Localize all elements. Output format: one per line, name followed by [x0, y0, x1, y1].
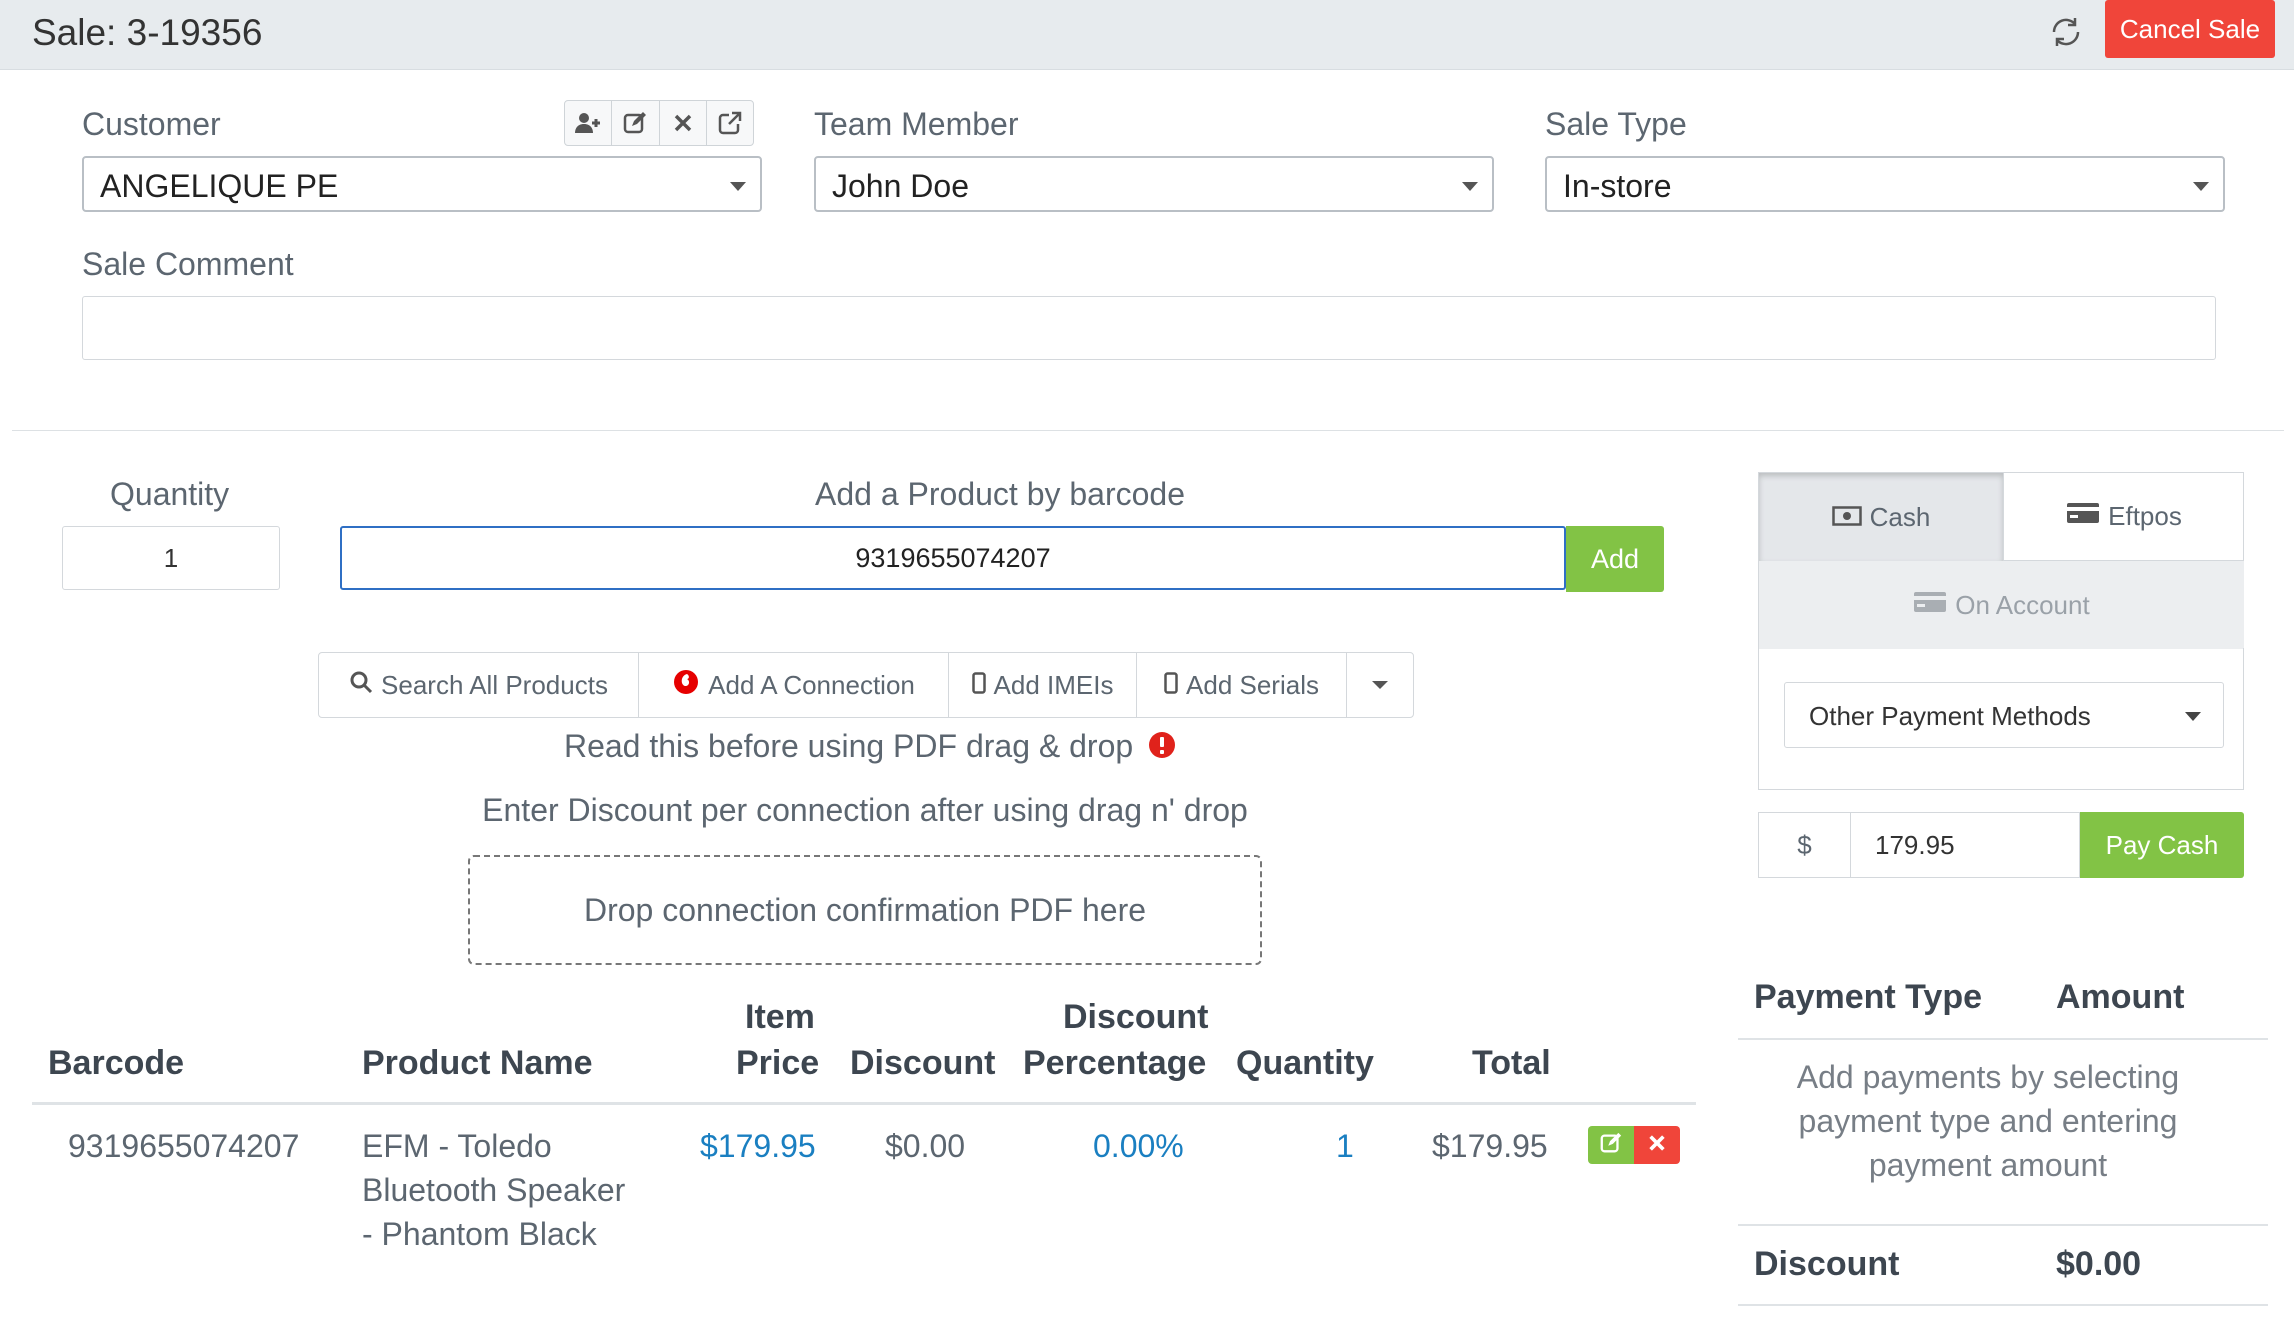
row-product-name-line1: EFM - Toledo	[362, 1128, 552, 1164]
col-header-barcode: Barcode	[48, 1044, 185, 1082]
external-link-icon[interactable]	[707, 101, 753, 145]
pdf-notice-text: Read this before using PDF drag & drop	[563, 728, 1134, 764]
payment-header-divider	[1738, 1038, 2268, 1040]
money-icon	[1831, 502, 1862, 533]
discount-summary-value: $0.00	[2056, 1245, 2142, 1283]
add-connection-button[interactable]: Add A Connection	[639, 653, 949, 717]
tab-eftpos[interactable]: Eftpos	[2003, 473, 2244, 561]
add-imeis-button[interactable]: Add IMEIs	[949, 653, 1137, 717]
row-delete-button[interactable]	[1634, 1126, 1680, 1164]
add-serials-label: Add Serials	[1186, 669, 1319, 700]
add-imeis-label: Add IMEIs	[993, 669, 1114, 700]
search-icon	[349, 670, 373, 701]
payment-hint: Add payments by selecting payment type a…	[1738, 1055, 2238, 1187]
other-payment-methods-label: Other Payment Methods	[1809, 701, 2091, 731]
cancel-sale-button[interactable]: Cancel Sale	[2105, 0, 2275, 58]
add-serials-button[interactable]: Add Serials	[1137, 653, 1347, 717]
add-product-button[interactable]: Add	[1566, 526, 1664, 592]
team-member-value: John Doe	[832, 168, 969, 204]
row-discount-pct[interactable]: 0.00%	[1093, 1124, 1184, 1168]
quantity-input[interactable]: 1	[62, 526, 280, 590]
row-barcode: 9319655074207	[68, 1128, 300, 1164]
search-all-products-button[interactable]: Search All Products	[319, 653, 639, 717]
barcode-label: Add a Product by barcode	[815, 476, 1186, 512]
payment-amount-header: Amount	[2056, 978, 2185, 1016]
pay-cash-button[interactable]: Pay Cash	[2080, 812, 2244, 878]
credit-card-icon	[1913, 590, 1947, 621]
sale-type-label: Sale Type	[1545, 106, 1687, 142]
barcode-input[interactable]: 9319655074207	[340, 526, 1566, 590]
chevron-down-icon	[730, 182, 746, 191]
add-connection-label: Add A Connection	[708, 669, 915, 700]
payment-tabs: Cash Eftpos On Account	[1758, 472, 2244, 649]
discount-summary-label: Discount	[1754, 1245, 1900, 1283]
row-product-name-line3: - Phantom Black	[362, 1216, 597, 1252]
alert-icon	[1148, 730, 1176, 767]
payment-hint-line1: Add payments by selecting	[1796, 1059, 2180, 1095]
row-total: $179.95	[1432, 1128, 1548, 1164]
credit-card-icon	[2066, 501, 2100, 532]
team-member-label: Team Member	[814, 106, 1019, 142]
carrier-logo-icon	[672, 668, 700, 703]
col-header-discount: Discount	[850, 1044, 996, 1082]
sale-type-select[interactable]: In-store	[1545, 156, 2225, 212]
row-product-name-line2: Bluetooth Speaker	[362, 1172, 626, 1208]
tab-cash-label: Cash	[1869, 501, 1931, 532]
chevron-down-icon	[1462, 182, 1478, 191]
row-quantity[interactable]: 1	[1336, 1124, 1354, 1168]
col-header-product-name: Product Name	[362, 1044, 593, 1082]
col-header-price: Price	[736, 1044, 820, 1082]
close-icon	[1647, 1133, 1667, 1158]
more-options-dropdown[interactable]	[1347, 653, 1413, 717]
payment-summary-divider	[1738, 1304, 2268, 1306]
col-header-item: Item	[745, 998, 815, 1036]
other-payment-methods-select[interactable]: Other Payment Methods	[1784, 682, 2224, 748]
tab-cash[interactable]: Cash	[1759, 473, 2003, 561]
edit-icon	[1599, 1131, 1623, 1160]
edit-icon[interactable]	[612, 101, 660, 145]
tab-on-account[interactable]: On Account	[1759, 561, 2244, 649]
discount-notice: Enter Discount per connection after usin…	[482, 792, 1248, 828]
payment-amount-input[interactable]: 179.95	[1850, 812, 2080, 878]
col-header-discount-pct-line2: Percentage	[1023, 1044, 1207, 1082]
col-header-discount-pct-line1: Discount	[1063, 998, 1209, 1036]
tab-on-account-label: On Account	[1955, 589, 2090, 620]
chevron-down-icon	[1372, 681, 1388, 689]
row-discount: $0.00	[885, 1128, 966, 1164]
payment-hint-line3: payment amount	[1868, 1147, 2108, 1183]
customer-label: Customer	[82, 106, 221, 142]
search-all-products-label: Search All Products	[381, 669, 608, 700]
customer-toolbar	[564, 100, 754, 146]
add-user-icon[interactable]	[565, 101, 613, 145]
pdf-dropzone[interactable]: Drop connection confirmation PDF here	[468, 855, 1262, 965]
customer-select[interactable]: ANGELIQUE PE	[82, 156, 762, 212]
payment-type-header: Payment Type	[1754, 978, 1983, 1016]
col-header-total: Total	[1472, 1044, 1551, 1082]
pdf-notice[interactable]: Read this before using PDF drag & drop	[560, 728, 1180, 767]
chevron-down-icon	[2185, 712, 2201, 721]
mobile-icon	[971, 670, 986, 701]
payment-hint-divider	[1738, 1224, 2268, 1226]
mobile-icon	[1164, 670, 1178, 701]
close-icon[interactable]	[660, 101, 707, 145]
quantity-label: Quantity	[110, 476, 230, 512]
section-divider	[12, 430, 2284, 431]
payment-hint-line2: payment type and entering	[1798, 1103, 2178, 1139]
row-edit-button[interactable]	[1588, 1126, 1634, 1164]
page-title: Sale: 3-19356	[32, 12, 263, 53]
sale-comment-label: Sale Comment	[82, 246, 294, 282]
chevron-down-icon	[2193, 182, 2209, 191]
product-actions-group: Search All Products Add A Connection Add…	[318, 652, 1414, 718]
table-header-divider	[32, 1102, 1696, 1105]
customer-value: ANGELIQUE PE	[100, 168, 339, 204]
sale-comment-input[interactable]	[82, 296, 2216, 360]
col-header-quantity: Quantity	[1236, 1044, 1374, 1082]
row-item-price[interactable]: $179.95	[700, 1124, 816, 1168]
refresh-icon[interactable]	[2046, 12, 2086, 52]
header-bar: Sale: 3-19356 Cancel Sale	[0, 0, 2294, 70]
currency-addon: $	[1758, 812, 1850, 878]
tab-eftpos-label: Eftpos	[2108, 501, 2182, 531]
sale-type-value: In-store	[1563, 168, 1672, 204]
team-member-select[interactable]: John Doe	[814, 156, 1494, 212]
